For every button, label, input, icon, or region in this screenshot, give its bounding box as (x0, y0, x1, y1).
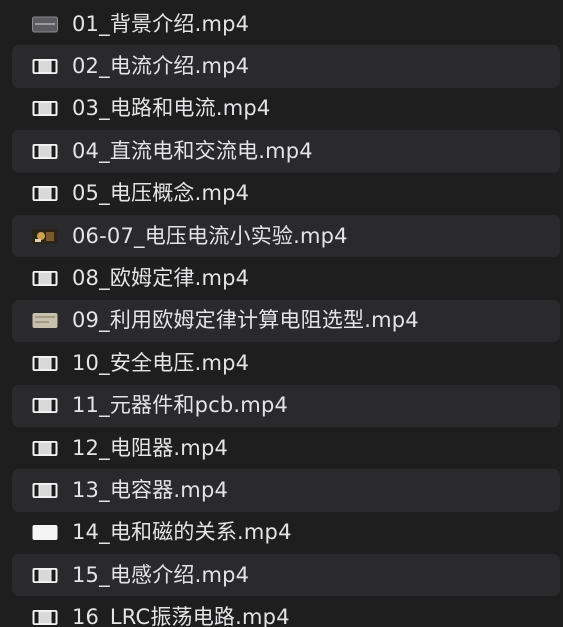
file-name: 08_欧姆定律.mp4 (72, 266, 250, 291)
file-row[interactable]: 16_LRC振荡电路.mp4 (12, 596, 560, 627)
file-name: 03_电路和电流.mp4 (72, 96, 271, 121)
video-file-icon (32, 609, 58, 626)
file-name: 15_电感介绍.mp4 (72, 562, 250, 587)
file-name: 04_直流电和交流电.mp4 (72, 138, 313, 163)
file-name: 13_电容器.mp4 (72, 477, 229, 502)
file-row[interactable]: 09_利用欧姆定律计算电阻选型.mp4 (12, 299, 560, 343)
file-name: 06-07_电压电流小实验.mp4 (72, 223, 348, 248)
video-file-icon (32, 270, 58, 287)
photo-thumbnail (32, 228, 58, 245)
file-row[interactable]: 13_电容器.mp4 (12, 469, 560, 512)
file-name: 14_电和磁的关系.mp4 (72, 520, 292, 545)
video-file-icon (32, 58, 58, 75)
gray-thumbnail (32, 16, 58, 33)
beige-thumbnail (32, 312, 58, 329)
video-file-icon (32, 355, 58, 372)
file-list: 01_背景介绍.mp4 02_电流介绍.mp4 03_电路和电流.mp4 04_直流电… (0, 0, 563, 627)
file-name: 16_LRC振荡电路.mp4 (72, 605, 290, 627)
file-name: 02_电流介绍.mp4 (72, 54, 250, 79)
file-row[interactable]: 11_元器件和pcb.mp4 (12, 384, 560, 427)
video-file-icon (32, 143, 58, 160)
file-row[interactable]: 04_直流电和交流电.mp4 (12, 130, 560, 173)
video-file-icon (32, 440, 58, 457)
file-row[interactable]: 01_背景介绍.mp4 (12, 3, 560, 45)
video-file-icon (32, 100, 58, 117)
white-thumbnail (32, 524, 58, 541)
file-row[interactable]: 15_电感介绍.mp4 (12, 554, 560, 597)
file-row[interactable]: 03_电路和电流.mp4 (12, 88, 560, 130)
file-row[interactable]: 02_电流介绍.mp4 (12, 45, 560, 88)
file-name: 09_利用欧姆定律计算电阻选型.mp4 (72, 308, 419, 333)
file-name: 10_安全电压.mp4 (72, 350, 250, 375)
file-row[interactable]: 05_电压概念.mp4 (12, 173, 560, 215)
file-name: 05_电压概念.mp4 (72, 181, 250, 206)
video-file-icon (32, 567, 58, 584)
video-file-icon (32, 185, 58, 202)
video-file-icon (32, 397, 58, 414)
file-name: 11_元器件和pcb.mp4 (72, 393, 289, 418)
file-row[interactable]: 08_欧姆定律.mp4 (12, 257, 560, 299)
file-row[interactable]: 14_电和磁的关系.mp4 (12, 512, 560, 554)
video-file-icon (32, 482, 58, 499)
file-name: 12_电阻器.mp4 (72, 435, 229, 460)
file-name: 01_背景介绍.mp4 (72, 11, 250, 36)
file-row[interactable]: 06-07_电压电流小实验.mp4 (12, 214, 560, 258)
file-row[interactable]: 12_电阻器.mp4 (12, 427, 560, 469)
file-row[interactable]: 10_安全电压.mp4 (12, 342, 560, 384)
